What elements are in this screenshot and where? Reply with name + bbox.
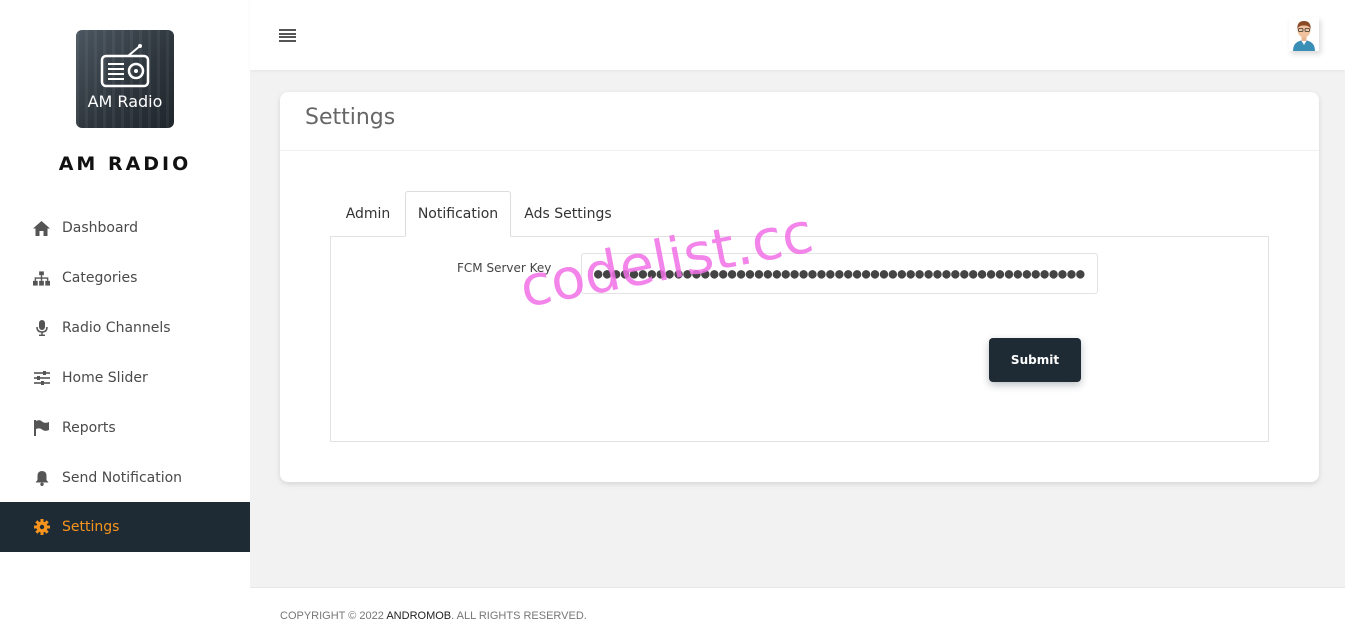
- copyright-suffix: . ALL RIGHTS RESERVED.: [451, 610, 587, 622]
- bell-icon: [33, 470, 50, 487]
- sidebar-item-label: Radio Channels: [62, 320, 171, 336]
- user-avatar-icon[interactable]: [1289, 17, 1319, 51]
- sidebar-item-radio-channels[interactable]: Radio Channels: [0, 303, 250, 353]
- sidebar: AM Radio AM RADIO Dashboard Categories R…: [0, 0, 250, 633]
- sidebar-item-label: Categories: [62, 270, 138, 286]
- footer: COPYRIGHT © 2022 ANDROMOB. ALL RIGHTS RE…: [250, 587, 1345, 633]
- sidebar-item-dashboard[interactable]: Dashboard: [0, 203, 250, 253]
- page-title: Settings: [305, 105, 396, 130]
- tab-ads-settings[interactable]: Ads Settings: [511, 191, 625, 237]
- sidebar-item-label: Reports: [62, 420, 116, 436]
- submit-button[interactable]: Submit: [989, 338, 1081, 382]
- sidebar-item-settings[interactable]: Settings: [0, 502, 250, 552]
- gear-icon: [33, 519, 50, 536]
- topbar: [250, 0, 1345, 70]
- flag-icon: [33, 420, 50, 437]
- company-name: ANDROMOB: [386, 610, 452, 622]
- logo-text: AM Radio: [87, 92, 163, 111]
- sidebar-item-label: Dashboard: [62, 220, 138, 236]
- copyright-text: COPYRIGHT © 2022 ANDROMOB. ALL RIGHTS RE…: [280, 610, 587, 622]
- sliders-icon: [33, 370, 50, 387]
- tab-notification[interactable]: Notification: [405, 191, 511, 237]
- sidebar-item-label: Settings: [62, 519, 120, 535]
- fcm-server-key-label: FCM Server Key: [457, 261, 552, 275]
- home-icon: [33, 220, 50, 237]
- sidebar-item-label: Send Notification: [62, 470, 183, 486]
- card-divider: [280, 150, 1319, 151]
- sitemap-icon: [33, 270, 50, 287]
- sidebar-item-send-notification[interactable]: Send Notification: [0, 453, 250, 503]
- brand-name: AM RADIO: [58, 153, 192, 175]
- radio-icon: [100, 44, 150, 88]
- sidebar-item-categories[interactable]: Categories: [0, 253, 250, 303]
- microphone-icon: [33, 320, 50, 337]
- notification-tab-panel: FCM Server Key Submit: [330, 236, 1269, 442]
- copyright-prefix: COPYRIGHT © 2022: [280, 610, 387, 622]
- sidebar-item-home-slider[interactable]: Home Slider: [0, 353, 250, 403]
- tab-admin[interactable]: Admin: [331, 191, 405, 237]
- settings-card: Settings Admin Notification Ads Settings…: [280, 92, 1319, 482]
- sidebar-item-reports[interactable]: Reports: [0, 403, 250, 453]
- hamburger-icon[interactable]: [279, 29, 296, 42]
- sidebar-item-label: Home Slider: [62, 370, 148, 386]
- app-logo[interactable]: AM Radio: [76, 30, 174, 128]
- fcm-server-key-input[interactable]: [581, 253, 1098, 294]
